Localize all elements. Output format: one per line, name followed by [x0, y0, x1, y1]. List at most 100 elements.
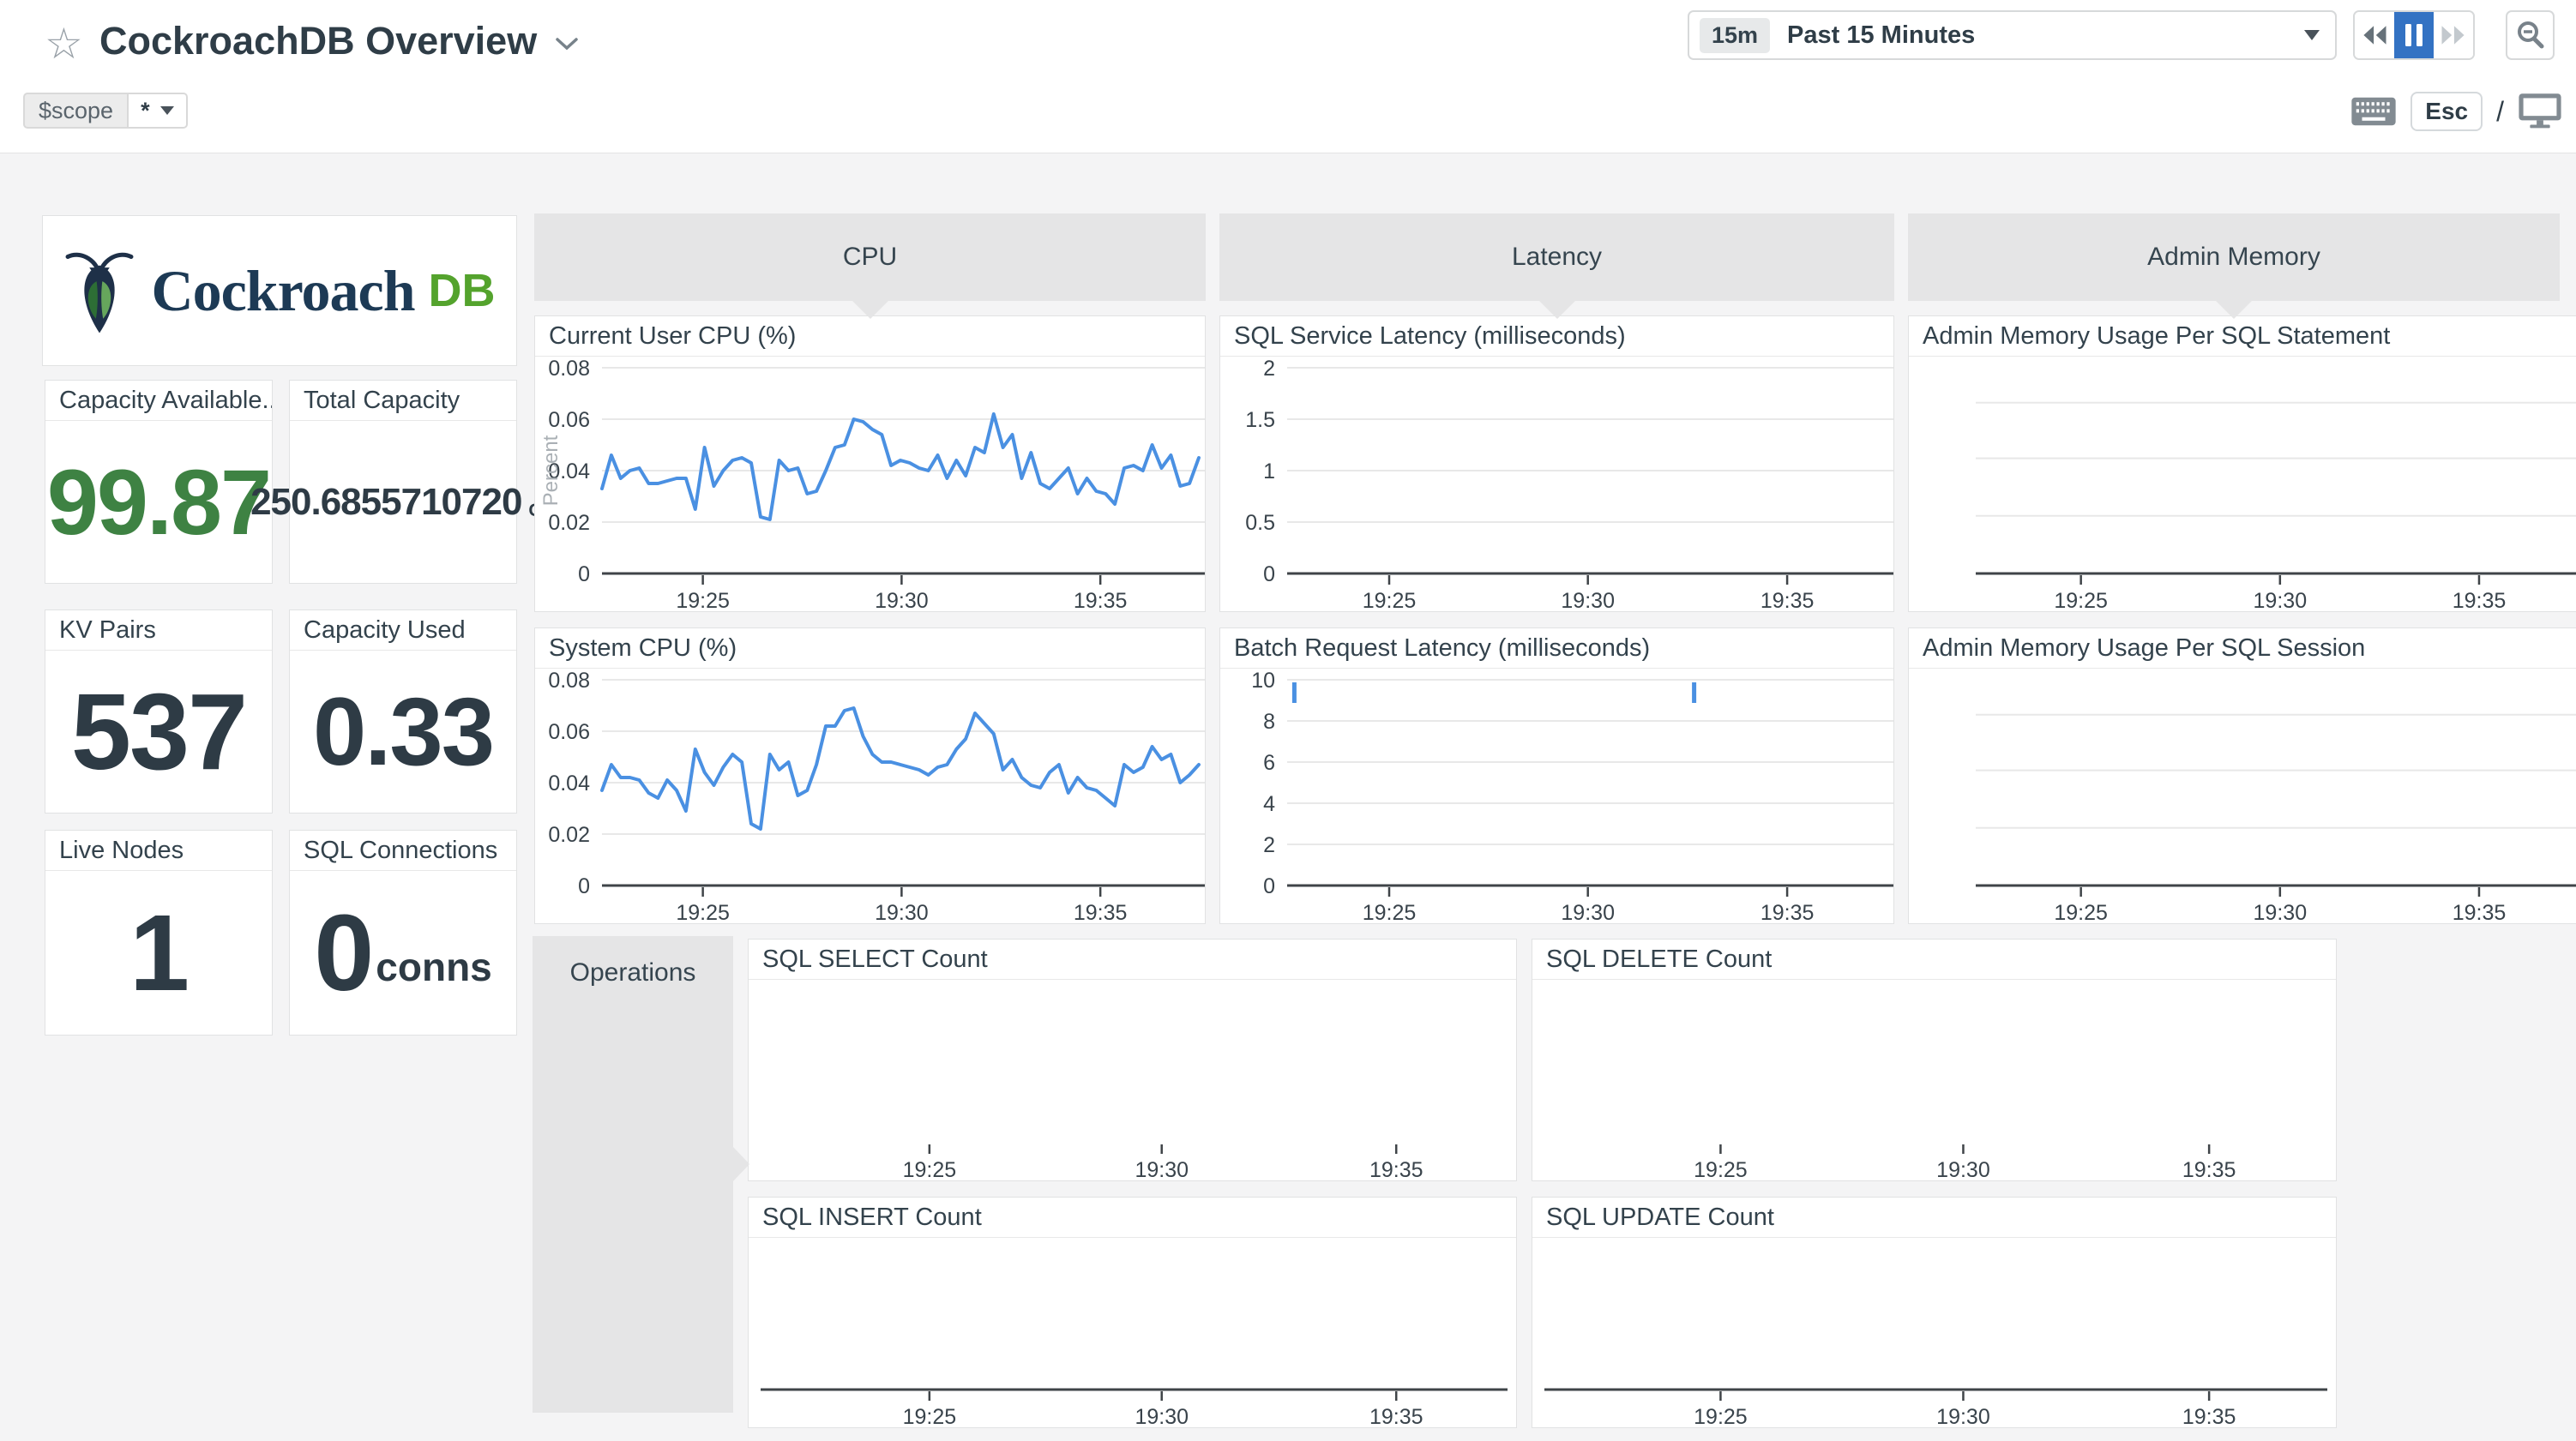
- chart-title: Admin Memory Usage Per SQL Statement: [1909, 316, 2576, 357]
- fast-forward-button[interactable]: [2434, 12, 2473, 58]
- chart-plot[interactable]: 024681019:2519:3019:35: [1220, 668, 1893, 923]
- zoom-out-button[interactable]: [2506, 10, 2555, 60]
- chart-card-system-cpu: System CPU (%) 00.020.040.060.0819:2519:…: [534, 627, 1206, 924]
- chart-card-batch-request-latency: Batch Request Latency (milliseconds) 024…: [1219, 627, 1894, 924]
- svg-text:19:25: 19:25: [2054, 589, 2108, 611]
- stat-title: Capacity Used: [290, 610, 516, 651]
- chart-title: Batch Request Latency (milliseconds): [1220, 628, 1893, 669]
- svg-text:0.06: 0.06: [548, 720, 590, 744]
- stat-value: 537: [71, 669, 246, 794]
- group-header-latency[interactable]: Latency: [1219, 213, 1894, 301]
- cockroach-bug-icon: [63, 241, 135, 340]
- chart-plot[interactable]: 19:2519:3019:35: [749, 1237, 1516, 1427]
- group-header-operations[interactable]: Operations: [533, 936, 733, 1413]
- svg-text:0.02: 0.02: [548, 823, 590, 847]
- chart-card-sql-insert-count: SQL INSERT Count 19:2519:3019:35: [748, 1197, 1517, 1428]
- svg-text:2: 2: [1263, 357, 1275, 381]
- group-header-cpu[interactable]: CPU: [534, 213, 1206, 301]
- stat-card-capacity-used: Capacity Used 0.33: [289, 609, 517, 814]
- stat-title: Capacity Available...: [45, 381, 272, 421]
- svg-text:2: 2: [1263, 833, 1275, 857]
- stat-title: Live Nodes: [45, 831, 272, 871]
- svg-text:19:25: 19:25: [1363, 589, 1417, 611]
- time-range-selector[interactable]: 15m Past 15 Minutes: [1688, 10, 2337, 60]
- stat-title: SQL Connections: [290, 831, 516, 871]
- svg-text:19:30: 19:30: [2254, 589, 2308, 611]
- page-title: CockroachDB Overview: [99, 19, 537, 63]
- chart-plot[interactable]: 19:25 19:30 19:35: [1909, 356, 2576, 611]
- chart-plot[interactable]: 00.020.040.060.0819:2519:3019:35Percent: [535, 356, 1205, 611]
- stat-value: 250.6855710720: [250, 481, 521, 524]
- chart-plot[interactable]: 19:2519:3019:35: [1532, 1237, 2336, 1427]
- dashboard-title-menu[interactable]: CockroachDB Overview: [99, 19, 578, 63]
- chart-card-admin-memory-session: Admin Memory Usage Per SQL Session 19:25…: [1908, 627, 2576, 924]
- svg-text:19:35: 19:35: [1074, 901, 1128, 923]
- chart-plot[interactable]: 19:2519:3019:35: [749, 979, 1516, 1180]
- svg-text:8: 8: [1263, 710, 1275, 734]
- group-label: CPU: [843, 243, 897, 272]
- svg-text:19:30: 19:30: [875, 589, 929, 611]
- stat-card-capacity-available: Capacity Available... 99.87: [45, 380, 273, 584]
- svg-text:0.08: 0.08: [548, 669, 590, 693]
- group-label: Operations: [570, 958, 696, 988]
- svg-text:0.06: 0.06: [548, 408, 590, 432]
- scope-value: *: [141, 98, 150, 124]
- chart-title: SQL INSERT Count: [749, 1198, 1516, 1238]
- slash-text: /: [2496, 96, 2504, 128]
- svg-text:19:35: 19:35: [2182, 1158, 2236, 1180]
- svg-text:1.5: 1.5: [1245, 408, 1275, 432]
- chart-plot[interactable]: 00.020.040.060.0819:2519:3019:35: [535, 668, 1205, 923]
- favorite-star-icon[interactable]: ☆: [45, 22, 83, 65]
- scope-name: $scope: [23, 93, 127, 129]
- stat-value: 0.33: [313, 676, 493, 787]
- rewind-button[interactable]: [2355, 12, 2394, 58]
- chart-title: System CPU (%): [535, 628, 1205, 669]
- chart-card-sql-service-latency: SQL Service Latency (milliseconds) 00.51…: [1219, 315, 1894, 612]
- stat-value: 0: [314, 891, 372, 1015]
- stat-card-total-capacity: Total Capacity 250.6855710720GB: [289, 380, 517, 584]
- svg-text:0: 0: [1263, 874, 1275, 898]
- svg-text:19:30: 19:30: [1135, 1158, 1189, 1180]
- svg-text:19:30: 19:30: [1561, 901, 1615, 923]
- svg-text:19:25: 19:25: [2054, 901, 2108, 923]
- svg-text:19:35: 19:35: [2182, 1405, 2236, 1427]
- svg-text:19:35: 19:35: [1760, 901, 1815, 923]
- tv-screen-icon[interactable]: [2518, 93, 2562, 130]
- stat-card-live-nodes: Live Nodes 1: [45, 830, 273, 1036]
- svg-text:19:30: 19:30: [1135, 1405, 1189, 1427]
- chart-card-sql-select-count: SQL SELECT Count 19:2519:3019:35: [748, 939, 1517, 1181]
- scope-variable-chip[interactable]: $scope *: [23, 93, 188, 129]
- chart-title: SQL SELECT Count: [749, 940, 1516, 980]
- svg-text:19:35: 19:35: [1760, 589, 1815, 611]
- fullscreen-hint: Esc /: [2350, 89, 2562, 134]
- svg-text:19:25: 19:25: [676, 901, 730, 923]
- logo-db-text: DB: [429, 264, 496, 317]
- chart-title: SQL Service Latency (milliseconds): [1220, 316, 1893, 357]
- svg-text:0.02: 0.02: [548, 511, 590, 535]
- chart-card-current-user-cpu: Current User CPU (%) 00.020.040.060.0819…: [534, 315, 1206, 612]
- logo-card: Cockroach DB: [42, 215, 517, 366]
- svg-text:19:30: 19:30: [1561, 589, 1615, 611]
- chart-plot[interactable]: 00.511.5219:2519:3019:35: [1220, 356, 1893, 611]
- zoom-out-icon: [2514, 19, 2547, 51]
- time-badge: 15m: [1700, 18, 1770, 53]
- pause-icon: [2403, 22, 2425, 48]
- keyboard-icon: [2350, 96, 2397, 127]
- pause-button[interactable]: [2394, 12, 2434, 58]
- logo-text: Cockroach: [151, 257, 414, 325]
- svg-text:19:30: 19:30: [1936, 1405, 1990, 1427]
- group-header-admin-memory[interactable]: Admin Memory: [1908, 213, 2560, 301]
- svg-text:19:35: 19:35: [1369, 1405, 1423, 1427]
- chart-plot[interactable]: 19:2519:3019:35: [1532, 979, 2336, 1180]
- fast-forward-icon: [2438, 22, 2469, 48]
- stat-card-sql-connections: SQL Connections 0conns: [289, 830, 517, 1036]
- chart-card-sql-delete-count: SQL DELETE Count 19:2519:3019:35: [1532, 939, 2337, 1181]
- svg-text:0.08: 0.08: [548, 357, 590, 381]
- scope-caret-icon: [160, 106, 174, 115]
- svg-text:19:35: 19:35: [2453, 589, 2507, 611]
- chart-card-admin-memory-statement: Admin Memory Usage Per SQL Statement 19:…: [1908, 315, 2576, 612]
- group-label: Admin Memory: [2147, 243, 2320, 272]
- chart-plot[interactable]: 19:2519:3019:35: [1909, 668, 2576, 923]
- svg-text:19:35: 19:35: [1074, 589, 1128, 611]
- chart-card-sql-update-count: SQL UPDATE Count 19:2519:3019:35: [1532, 1197, 2337, 1428]
